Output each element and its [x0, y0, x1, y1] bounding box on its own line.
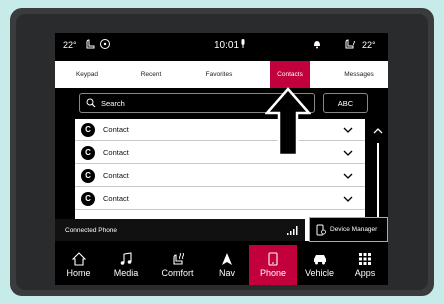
- contact-name: Contact: [103, 194, 129, 203]
- nav-vehicle[interactable]: Vehicle: [297, 245, 342, 285]
- contact-row[interactable]: C Contact: [75, 188, 365, 210]
- nav-phone-label: Phone: [259, 268, 287, 278]
- device-manager-button[interactable]: Device Manager: [309, 217, 388, 242]
- nav-phone[interactable]: Phone: [249, 245, 297, 285]
- chevron-down-icon[interactable]: [343, 172, 353, 180]
- tab-messages[interactable]: Messages: [330, 61, 388, 88]
- device-manager-label: Device Manager: [330, 226, 378, 233]
- nav-nav-label: Nav: [218, 268, 235, 278]
- connected-phone-label: Connected Phone: [65, 226, 118, 234]
- steering-wheel-heat-icon[interactable]: [99, 38, 111, 52]
- scroll-up-icon[interactable]: [373, 127, 383, 135]
- phone-tabs: Keypad Recent Favorites Contacts Message…: [55, 61, 388, 88]
- nav-nav[interactable]: Nav: [205, 245, 249, 285]
- tab-keypad[interactable]: Keypad: [55, 61, 119, 88]
- contact-name: Contact: [103, 171, 129, 180]
- signal-strength-icon: [287, 226, 298, 235]
- nav-home-label: Home: [66, 268, 91, 278]
- contact-avatar: C: [81, 168, 95, 183]
- temperature-left: 22°: [63, 40, 77, 50]
- chevron-down-icon[interactable]: [343, 195, 353, 203]
- tab-recent[interactable]: Recent: [119, 61, 183, 88]
- music-note-icon: [120, 252, 132, 265]
- microphone-icon: [240, 39, 246, 51]
- temperature-right: 22°: [362, 40, 376, 50]
- status-bar: 22° 10:01 22°: [55, 33, 388, 57]
- home-icon: [71, 252, 86, 266]
- nav-apps-label: Apps: [354, 268, 376, 278]
- search-icon: [86, 98, 96, 108]
- nav-media-label: Media: [113, 268, 139, 278]
- phone-settings-icon: [316, 224, 326, 235]
- nav-apps[interactable]: Apps: [342, 245, 388, 285]
- abc-button[interactable]: ABC: [323, 93, 368, 113]
- contact-avatar: C: [81, 145, 95, 160]
- callout-arrow-icon: [265, 87, 311, 157]
- contact-row[interactable]: C Contact: [75, 119, 365, 141]
- car-icon: [313, 255, 326, 265]
- scrollbar[interactable]: [377, 143, 379, 225]
- tab-contacts[interactable]: Contacts: [270, 61, 310, 88]
- search-label: Search: [101, 98, 125, 108]
- nav-comfort[interactable]: Comfort: [150, 245, 205, 285]
- heated-seat-icon[interactable]: [84, 38, 96, 52]
- nav-vehicle-label: Vehicle: [304, 268, 335, 278]
- bottom-nav: Home Media Comfort Nav Phone Vehicle App…: [55, 245, 388, 285]
- heated-seat-icon: [172, 252, 184, 265]
- clock: 10:01: [214, 40, 240, 51]
- chevron-down-icon[interactable]: [343, 126, 353, 134]
- contact-row[interactable]: C Contact: [75, 142, 365, 164]
- phone-icon: [268, 252, 278, 266]
- infotainment-screen: 22° 10:01 22° Keypad Recent Favorites Co…: [55, 33, 388, 285]
- connected-phone-bar: Connected Phone: [55, 219, 305, 241]
- apps-grid-icon: [359, 253, 371, 265]
- tab-favorites[interactable]: Favorites: [183, 61, 255, 88]
- contact-row[interactable]: C Contact: [75, 165, 365, 187]
- chevron-down-icon[interactable]: [343, 149, 353, 157]
- contact-avatar: C: [81, 122, 95, 137]
- nav-media[interactable]: Media: [102, 245, 150, 285]
- notification-bell-icon: [313, 39, 321, 51]
- passenger-seat-heat-icon[interactable]: [344, 38, 358, 52]
- nav-comfort-label: Comfort: [161, 268, 194, 278]
- nav-home[interactable]: Home: [55, 245, 102, 285]
- contact-avatar: C: [81, 191, 95, 206]
- navigation-arrow-icon: [222, 253, 232, 265]
